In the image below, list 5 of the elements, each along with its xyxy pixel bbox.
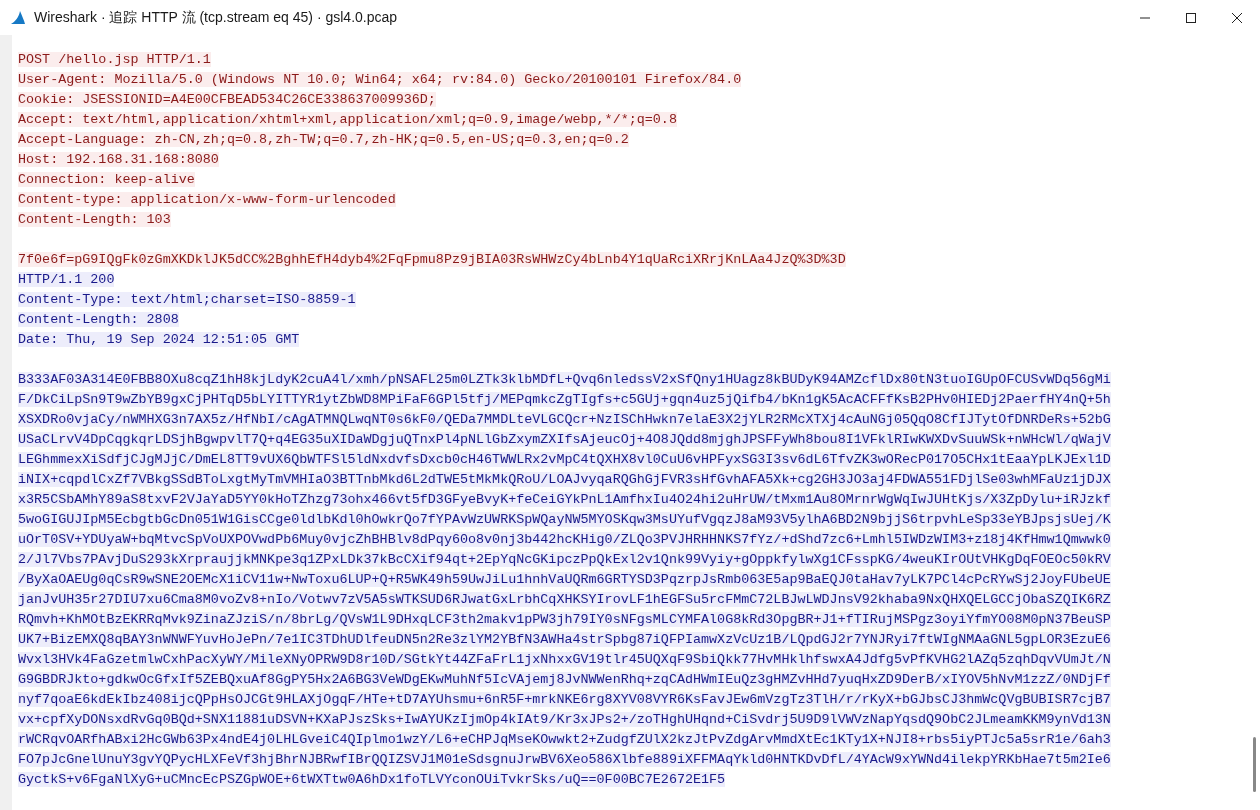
- scrollbar-thumb[interactable]: [1252, 737, 1256, 792]
- shark-fin-icon: [10, 9, 26, 26]
- window-title: Wireshark · 追踪 HTTP 流 (tcp.stream eq 45) · gsl4.0.pcap: [34, 8, 398, 27]
- close-icon: [1232, 12, 1242, 23]
- maximize-icon: [1186, 12, 1196, 23]
